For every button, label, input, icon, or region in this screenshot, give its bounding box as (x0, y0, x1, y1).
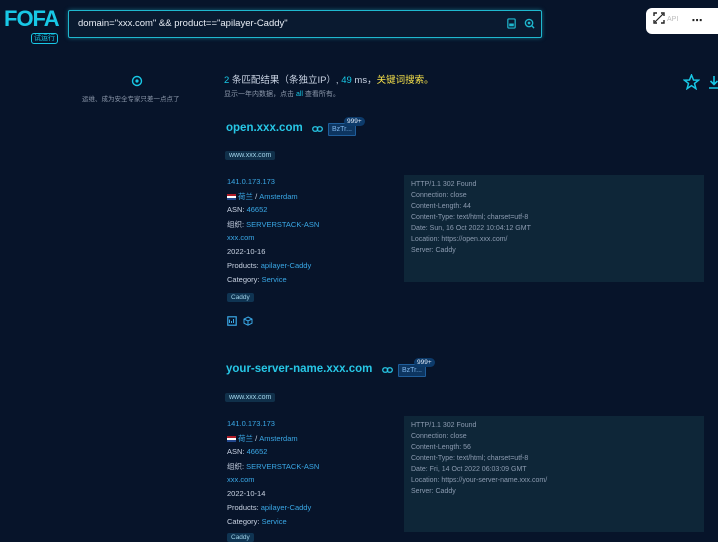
domain-tag[interactable]: www.xxx.com (225, 151, 276, 160)
result-summary: 2 条匹配结果（条独立IP）, 49 ms，关键词搜索。 (224, 72, 434, 86)
category-label: Category: (227, 517, 262, 526)
asn-label: ASN: (227, 447, 247, 456)
category-link[interactable]: Service (262, 275, 287, 284)
category-link[interactable]: Service (262, 517, 287, 526)
org-label: 组织: (227, 462, 247, 471)
search-bar[interactable]: domain="xxx.com" && product=="apilayer-C… (68, 10, 542, 38)
fofa-logo[interactable]: FOFA 试运行 (4, 6, 60, 44)
category-label: Category: (227, 275, 262, 284)
domain-link[interactable]: xxx.com (227, 233, 255, 242)
response-line: Location: https://open.xxx.com/ (411, 236, 508, 243)
more-icon[interactable]: ⋯ (686, 12, 708, 30)
summary-text-a: 条匹配结果（ (229, 75, 289, 86)
org-link[interactable]: SERVERSTACK-ASN (246, 462, 319, 471)
products-label: Products: (227, 503, 261, 512)
domain-tag[interactable]: www.xxx.com (225, 393, 276, 402)
response-line: Content-Length: 56 (411, 444, 471, 451)
response-line: Connection: close (411, 192, 467, 199)
products-label: Products: (227, 261, 261, 270)
browser-overlay: API ⋯ (646, 8, 718, 34)
summary-text-b: 条独立IP）, (288, 75, 342, 86)
response-line: Server: Caddy (411, 247, 456, 254)
city-link[interactable]: Amsterdam (259, 192, 297, 201)
link-icon[interactable] (312, 125, 323, 133)
domain-link[interactable]: xxx.com (227, 475, 255, 484)
netherlands-flag-icon (227, 436, 236, 443)
ip-link[interactable]: 141.0.173.173 (227, 419, 275, 428)
response-panel: HTTP/1.1 302 Found Connection: close Con… (404, 416, 704, 532)
link-icon[interactable] (382, 366, 393, 374)
response-line: Server: Caddy (411, 488, 456, 495)
star-icon[interactable] (683, 74, 700, 90)
product-tag[interactable]: Caddy (227, 293, 254, 302)
cube-icon[interactable] (243, 316, 253, 326)
data-range-note: 显示一年内数据，点击 all 查看所有。 (224, 89, 340, 99)
date: 2022-10-14 (227, 489, 266, 498)
org-label: 组织: (227, 220, 247, 229)
query-time: 49 (341, 75, 352, 86)
result-host[interactable]: your-server-name.xxx.com (226, 363, 372, 375)
response-line: Date: Sun, 16 Oct 2022 10:04:12 GMT (411, 225, 531, 232)
document-icon[interactable] (506, 18, 517, 29)
logo-text: FOFA (4, 6, 60, 31)
api-label: API (667, 16, 679, 23)
response-line: Location: https://your-server-name.xxx.c… (411, 477, 548, 484)
note-text-b: 查看所有。 (302, 91, 340, 98)
beta-badge: 试运行 (31, 33, 58, 44)
response-line: Content-Length: 44 (411, 203, 471, 210)
city-link[interactable]: Amsterdam (259, 434, 297, 443)
country-link[interactable]: 荷兰 (238, 192, 253, 201)
asn-label: ASN: (227, 205, 247, 214)
result-host[interactable]: open.xxx.com (226, 122, 303, 134)
product-link[interactable]: apilayer-Caddy (261, 503, 311, 512)
product-link[interactable]: apilayer-Caddy (261, 261, 311, 270)
search-icon[interactable] (524, 18, 535, 29)
asn-link[interactable]: 46652 (247, 205, 268, 214)
keyword-search-link[interactable]: 关键词搜索。 (377, 75, 434, 86)
download-icon[interactable] (708, 74, 718, 90)
response-line: Connection: close (411, 433, 467, 440)
sidebar-tip: 运维、成为安全专家只差一点点了 (82, 96, 180, 103)
count-badge: 999+ (414, 358, 435, 367)
screenshot-icon[interactable] (227, 316, 237, 326)
response-line: HTTP/1.1 302 Found (411, 422, 477, 429)
country-link[interactable]: 荷兰 (238, 434, 253, 443)
target-icon (131, 75, 143, 87)
ip-link[interactable]: 141.0.173.173 (227, 177, 275, 186)
response-panel: HTTP/1.1 302 Found Connection: close Con… (404, 175, 704, 282)
netherlands-flag-icon (227, 194, 236, 201)
count-badge: 999+ (344, 117, 365, 126)
asn-link[interactable]: 46652 (247, 447, 268, 456)
response-line: Content-Type: text/html; charset=utf-8 (411, 214, 529, 221)
query-time-unit: ms， (351, 75, 377, 86)
note-text-a: 显示一年内数据，点击 (224, 91, 296, 98)
response-line: Content-Type: text/html; charset=utf-8 (411, 455, 529, 462)
response-line: Date: Fri, 14 Oct 2022 06:03:09 GMT (411, 466, 527, 473)
date: 2022-10-16 (227, 247, 266, 256)
org-link[interactable]: SERVERSTACK-ASN (246, 220, 319, 229)
response-line: HTTP/1.1 302 Found (411, 181, 477, 188)
show-all-link[interactable]: all (296, 91, 303, 98)
search-input[interactable]: domain="xxx.com" && product=="apilayer-C… (78, 18, 288, 29)
